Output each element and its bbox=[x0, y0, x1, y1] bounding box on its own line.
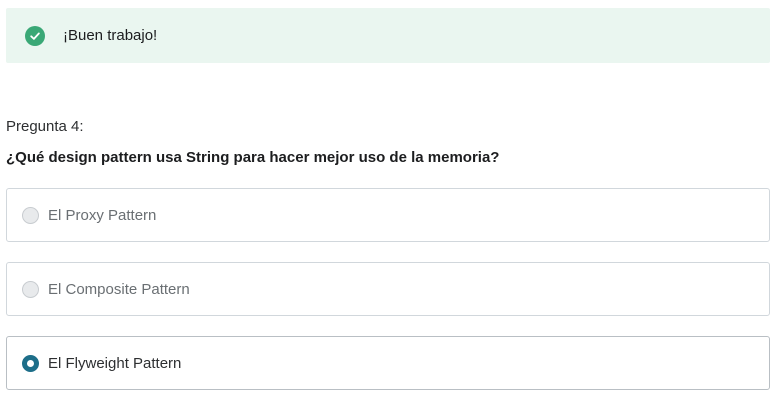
radio-button-selected[interactable] bbox=[22, 354, 39, 372]
answer-option-composite[interactable]: El Composite Pattern bbox=[6, 262, 770, 316]
answer-option-label: El Proxy Pattern bbox=[48, 206, 157, 224]
answer-option-flyweight[interactable]: El Flyweight Pattern bbox=[6, 336, 770, 390]
question-number: Pregunta 4: bbox=[6, 118, 84, 135]
radio-button-unselected[interactable] bbox=[22, 280, 39, 298]
radio-button-unselected[interactable] bbox=[22, 206, 39, 224]
answer-option-label: El Flyweight Pattern bbox=[48, 354, 182, 372]
success-alert: ¡Buen trabajo! bbox=[6, 8, 770, 63]
answer-option-label: El Composite Pattern bbox=[48, 280, 190, 298]
check-circle-icon bbox=[25, 25, 45, 46]
answer-option-proxy[interactable]: El Proxy Pattern bbox=[6, 188, 770, 242]
question-text: ¿Qué design pattern usa String para hace… bbox=[6, 149, 500, 166]
success-message: ¡Buen trabajo! bbox=[63, 27, 158, 44]
